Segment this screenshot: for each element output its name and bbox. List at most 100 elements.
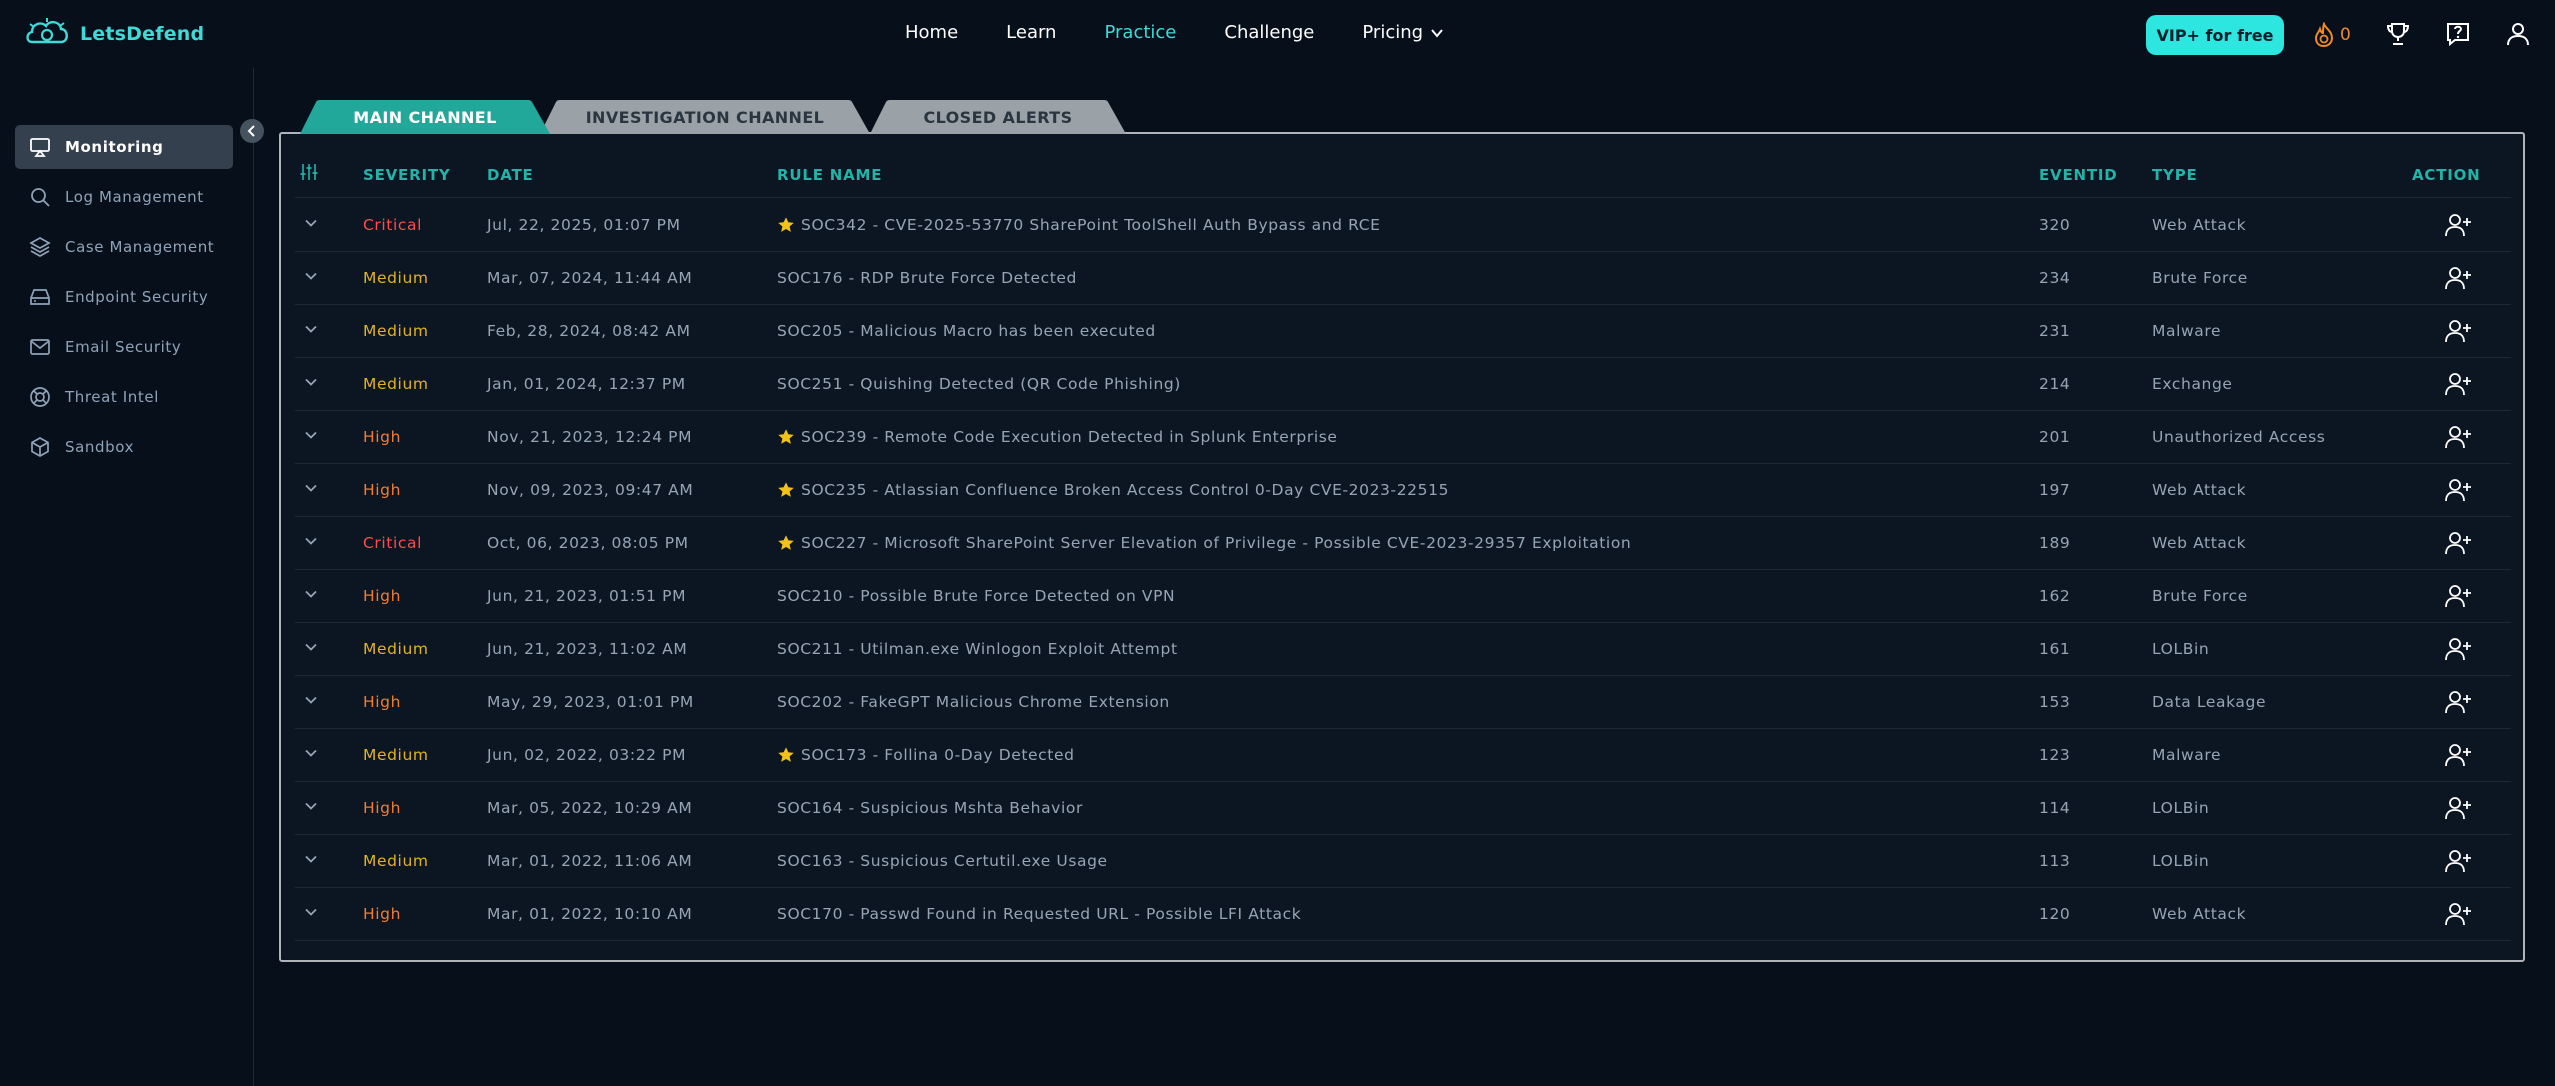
nav-home[interactable]: Home (905, 22, 958, 43)
filter-sliders-icon[interactable] (299, 162, 319, 182)
nav-challenge[interactable]: Challenge (1224, 22, 1314, 43)
help-icon[interactable] (2444, 20, 2472, 48)
type-cell: Data Leakage (2152, 693, 2267, 711)
rule-name-cell[interactable]: SOC205 - Malicious Macro has been execut… (777, 322, 1156, 340)
assign-user-icon[interactable] (2445, 848, 2473, 874)
assign-user-icon[interactable] (2445, 424, 2473, 450)
chevron-down-icon[interactable] (301, 637, 321, 657)
table-row[interactable]: Critical Oct, 06, 2023, 08:05 PM SOC227 - … (295, 517, 2511, 570)
star-icon (778, 747, 794, 762)
type-cell: Malware (2152, 322, 2222, 340)
chevron-down-icon[interactable] (301, 584, 321, 604)
chevron-down-icon[interactable] (301, 478, 321, 498)
sidebar-item-threat-intel[interactable]: Threat Intel (15, 375, 233, 419)
rule-name-cell[interactable]: SOC164 - Suspicious Mshta Behavior (777, 799, 1083, 817)
rule-name-text: SOC211 - Utilman.exe Winlogon Exploit At… (777, 640, 1178, 658)
chevron-down-icon[interactable] (301, 266, 321, 286)
assign-user-icon[interactable] (2445, 371, 2473, 397)
chevron-down-icon[interactable] (301, 796, 321, 816)
assign-user-icon[interactable] (2445, 636, 2473, 662)
header-type[interactable]: TYPE (2152, 166, 2198, 184)
chevron-down-icon[interactable] (301, 213, 321, 233)
table-row[interactable]: Medium Feb, 28, 2024, 08:42 AM SOC205 - Ma… (295, 305, 2511, 358)
table-row[interactable]: High Mar, 05, 2022, 10:29 AM SOC164 - Susp… (295, 782, 2511, 835)
eventid-cell: 189 (2039, 534, 2071, 552)
assign-user-icon[interactable] (2445, 318, 2473, 344)
nav-learn[interactable]: Learn (1006, 22, 1056, 43)
table-row[interactable]: High Mar, 01, 2022, 10:10 AM SOC170 - Pass… (295, 888, 2511, 941)
nav-pricing[interactable]: Pricing (1362, 22, 1445, 43)
table-row[interactable]: High Jun, 21, 2023, 01:51 PM SOC210 - Poss… (295, 570, 2511, 623)
chevron-down-icon[interactable] (301, 743, 321, 763)
table-row[interactable]: Medium Jun, 02, 2022, 03:22 PM SOC173 - Fo… (295, 729, 2511, 782)
assign-user-icon[interactable] (2445, 795, 2473, 821)
chevron-down-icon[interactable] (301, 425, 321, 445)
sidebar-collapse-button[interactable] (240, 119, 264, 143)
table-row[interactable]: Medium Mar, 07, 2024, 11:44 AM SOC176 - RD… (295, 252, 2511, 305)
tab-investigation-channel[interactable]: INVESTIGATION CHANNEL (540, 100, 870, 134)
sidebar-item-endpoint-security[interactable]: Endpoint Security (15, 275, 233, 319)
tab-main-channel[interactable]: MAIN CHANNEL (300, 100, 550, 134)
header-severity[interactable]: SEVERITY (363, 166, 451, 184)
rule-name-cell[interactable]: SOC211 - Utilman.exe Winlogon Exploit At… (777, 640, 1178, 658)
sidebar-item-monitoring[interactable]: Monitoring (15, 125, 233, 169)
tab-label: INVESTIGATION CHANNEL (585, 107, 825, 127)
rule-name-cell[interactable]: SOC176 - RDP Brute Force Detected (777, 269, 1077, 287)
rule-name-text: SOC163 - Suspicious Certutil.exe Usage (777, 852, 1108, 870)
rule-name-cell[interactable]: SOC235 - Atlassian Confluence Broken Acc… (777, 481, 1449, 499)
rule-name-cell[interactable]: SOC202 - FakeGPT Malicious Chrome Extens… (777, 693, 1170, 711)
table-row[interactable]: Medium Mar, 01, 2022, 11:06 AM SOC163 - Su… (295, 835, 2511, 888)
date-cell: Jun, 21, 2023, 01:51 PM (487, 587, 687, 605)
header-rule-name[interactable]: RULE NAME (777, 166, 882, 184)
rule-name-text: SOC170 - Passwd Found in Requested URL -… (777, 905, 1302, 923)
streak-counter[interactable]: 0 (2312, 22, 2351, 48)
sidebar-item-log-management[interactable]: Log Management (15, 175, 233, 219)
rule-name-cell[interactable]: SOC173 - Follina 0-Day Detected (777, 746, 1075, 764)
sidebar-item-case-management[interactable]: Case Management (15, 225, 233, 269)
rule-name-cell[interactable]: SOC239 - Remote Code Execution Detected … (777, 428, 1338, 446)
chevron-down-icon[interactable] (301, 319, 321, 339)
assign-user-icon[interactable] (2445, 583, 2473, 609)
trophy-icon[interactable] (2384, 20, 2412, 48)
rule-name-cell[interactable]: SOC170 - Passwd Found in Requested URL -… (777, 905, 1301, 923)
chevron-down-icon[interactable] (301, 690, 321, 710)
assign-user-icon[interactable] (2445, 265, 2473, 291)
chevron-down-icon[interactable] (301, 372, 321, 392)
table-row[interactable]: Medium Jun, 21, 2023, 11:02 AM SOC211 - Ut… (295, 623, 2511, 676)
alerts-panel: SEVERITY DATE RULE NAME EVENTID TYPE ACT… (279, 132, 2525, 962)
header-date[interactable]: DATE (487, 166, 534, 184)
logo[interactable]: LetsDefend (24, 16, 204, 52)
layers-icon (29, 237, 51, 257)
table-row[interactable]: High Nov, 09, 2023, 09:47 AM SOC235 - Atla… (295, 464, 2511, 517)
header-eventid[interactable]: EVENTID (2039, 166, 2118, 184)
table-row[interactable]: High May, 29, 2023, 01:01 PM SOC202 - Fake… (295, 676, 2511, 729)
rule-name-cell[interactable]: SOC342 - CVE-2025-53770 SharePoint ToolS… (777, 216, 1381, 234)
nav-practice[interactable]: Practice (1104, 22, 1176, 43)
table-row[interactable]: High Nov, 21, 2023, 12:24 PM SOC239 - Remo… (295, 411, 2511, 464)
tab-closed-alerts[interactable]: CLOSED ALERTS (870, 100, 1126, 134)
assign-user-icon[interactable] (2445, 477, 2473, 503)
chevron-down-icon[interactable] (301, 849, 321, 869)
sidebar-item-sandbox[interactable]: Sandbox (15, 425, 233, 469)
rule-name-cell[interactable]: SOC227 - Microsoft SharePoint Server Ele… (777, 534, 1631, 552)
assign-user-icon[interactable] (2445, 530, 2473, 556)
sidebar-item-label: Endpoint Security (65, 288, 209, 306)
chevron-down-icon[interactable] (301, 531, 321, 551)
date-cell: Oct, 06, 2023, 08:05 PM (487, 534, 689, 552)
rule-name-cell[interactable]: SOC251 - Quishing Detected (QR Code Phis… (777, 375, 1181, 393)
assign-user-icon[interactable] (2445, 689, 2473, 715)
rule-name-cell[interactable]: SOC210 - Possible Brute Force Detected o… (777, 587, 1175, 605)
table-row[interactable]: Medium Jan, 01, 2024, 12:37 PM SOC251 - Qu… (295, 358, 2511, 411)
assign-user-icon[interactable] (2445, 742, 2473, 768)
assign-user-icon[interactable] (2445, 901, 2473, 927)
table-row[interactable]: Critical Jul, 22, 2025, 01:07 PM SOC342 - … (295, 199, 2511, 252)
streak-count: 0 (2340, 25, 2351, 45)
rule-name-text: SOC342 - CVE-2025-53770 SharePoint ToolS… (801, 216, 1381, 234)
chevron-down-icon[interactable] (301, 902, 321, 922)
sidebar-item-email-security[interactable]: Email Security (15, 325, 233, 369)
hard-drive-icon (30, 289, 50, 305)
user-icon[interactable] (2504, 20, 2532, 48)
vip-button[interactable]: VIP+ for free (2146, 15, 2284, 55)
assign-user-icon[interactable] (2445, 212, 2473, 238)
rule-name-cell[interactable]: SOC163 - Suspicious Certutil.exe Usage (777, 852, 1108, 870)
